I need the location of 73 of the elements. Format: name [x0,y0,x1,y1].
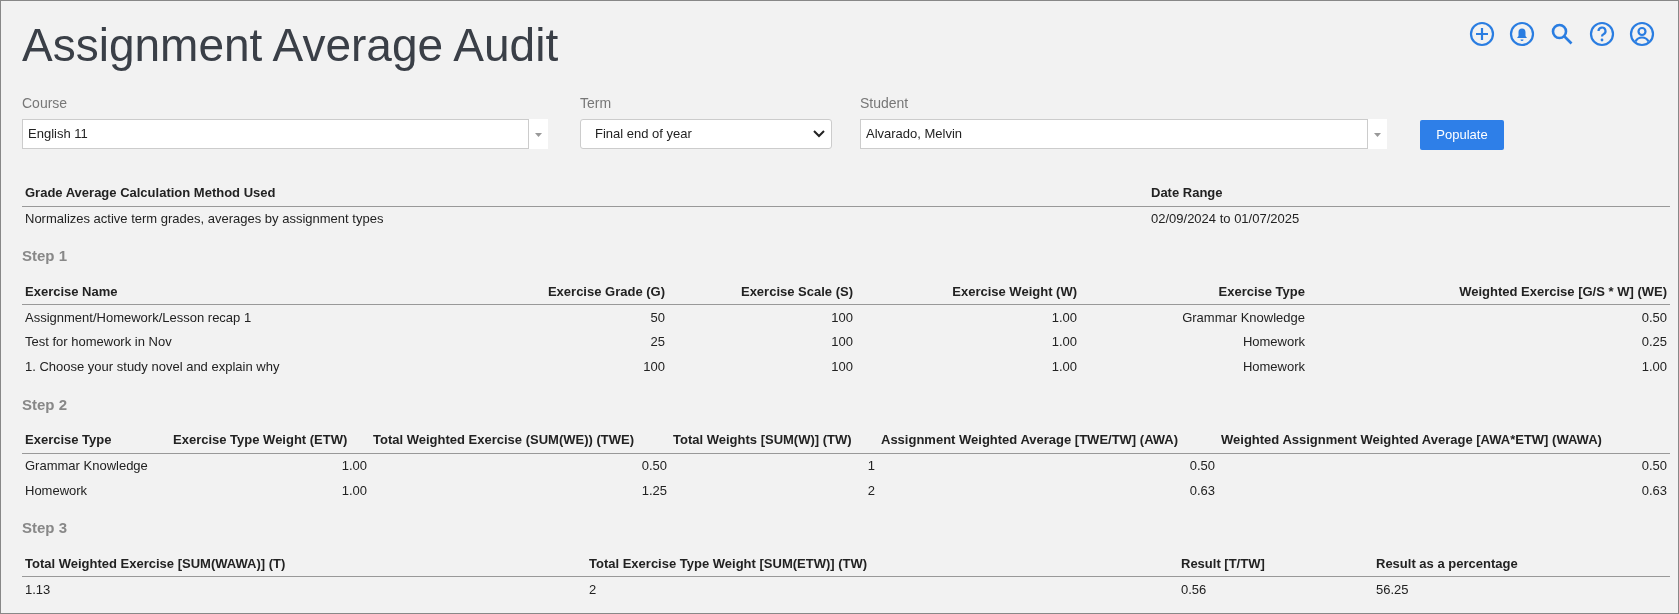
dropdown-caret-icon[interactable] [1368,119,1387,149]
student-field[interactable]: Alvarado, Melvin [860,119,1368,149]
column-header: Exercise Type [1080,279,1308,305]
table-cell: Grammar Knowledge [1080,304,1308,330]
column-header: Exercise Type [22,428,170,453]
table-cell: 56.25 [1373,576,1670,602]
table-cell-text: 100 [830,333,854,352]
column-header: Exercise Grade (G) [452,279,668,305]
column-header: Weighted Exercise [G/S * W] (WE) [1308,279,1670,305]
help-icon[interactable] [1589,21,1615,47]
column-header: Total Weighted Exercise (SUM(WE)) (TWE) [370,428,670,453]
table-cell-text: Homework [1241,358,1306,377]
table-cell-text: 2 [866,481,876,500]
table-cell: Normalizes active term grades, averages by assignment types [22,206,1148,231]
term-label: Term [580,94,613,113]
table-cell: 1.13 [22,576,586,602]
populate-button[interactable]: Populate [1420,120,1504,150]
table-cell-text: Homework [24,481,89,500]
table-cell-text: 1.00 [340,481,368,500]
table-cell: 1 [670,453,878,478]
dropdown-caret-icon[interactable] [529,119,548,149]
step-heading: Step 3 [22,518,68,538]
table-cell-text: 1.00 [1640,358,1668,377]
column-header: Total Exercise Type Weight [SUM(ETW)] (TW) [586,551,1178,577]
table-cell: 100 [668,304,856,330]
column-header: Date Range [1148,181,1670,206]
column-header: Exercise Type Weight (ETW) [170,428,370,453]
table-cell-text: 100 [830,358,854,377]
bell-icon[interactable] [1509,21,1535,47]
table-cell-text: Homework [1241,333,1306,352]
page-title: Assignment Average Audit [22,18,559,73]
user-profile-icon[interactable] [1629,21,1655,47]
step-heading: Step 2 [22,394,68,415]
table-cell: 02/09/2024 to 01/07/2025 [1148,206,1670,231]
table-cell: Assignment/Homework/Lesson recap 1 [22,304,452,330]
table-cell: 1.00 [170,453,370,478]
table-cell-text: 25 [649,333,666,352]
table-cell: 0.50 [1308,304,1670,330]
term-select[interactable]: Final end of year [580,119,832,149]
table-cell-text: 0.63 [1188,481,1216,500]
table-cell-text: 1. Choose your study novel and explain why [24,358,281,377]
table-cell-text: 0.25 [1640,333,1668,352]
table-cell-text: Test for homework in Nov [24,333,173,352]
add-circle-icon[interactable] [1469,21,1495,47]
column-header: Weighted Assignment Weighted Average [AWA*ETW] (WAWA) [1218,428,1670,453]
table-cell-text: 100 [642,358,666,377]
column-header: Exercise Scale (S) [668,279,856,305]
column-header: Total Weighted Exercise [SUM(WAWA)] (T) [22,551,586,577]
student-label: Student [860,94,910,113]
column-header: Exercise Name [22,279,452,305]
table-cell: Grammar Knowledge [22,453,170,478]
table-cell: 1.00 [856,304,1080,330]
column-header: Result [T/TW] [1178,551,1373,577]
table-cell: 0.50 [878,453,1218,478]
table-cell: 0.50 [1218,453,1670,478]
course-field[interactable]: English 11 [22,119,529,149]
course-label: Course [22,94,69,113]
column-header: Exercise Weight (W) [856,279,1080,305]
table-cell: 0.50 [370,453,670,478]
table-cell-text: 1.25 [640,481,668,500]
column-header: Grade Average Calculation Method Used [22,181,1148,206]
table-cell: 50 [452,304,668,330]
table-cell-text: 1.00 [1050,358,1078,377]
column-header: Assignment Weighted Average [TWE/TW] (AWA) [878,428,1218,453]
column-header: Result as a percentage [1373,551,1670,577]
table-cell: 2 [586,576,1178,602]
table-cell: 0.56 [1178,576,1373,602]
search-icon[interactable] [1549,21,1575,47]
table-cell-text: 1.00 [1050,333,1078,352]
table-cell-text: 0.63 [1640,481,1668,500]
column-header: Total Weights [SUM(W)] (TW) [670,428,878,453]
chevron-down-icon[interactable] [813,130,825,138]
step-heading: Step 1 [22,246,68,266]
